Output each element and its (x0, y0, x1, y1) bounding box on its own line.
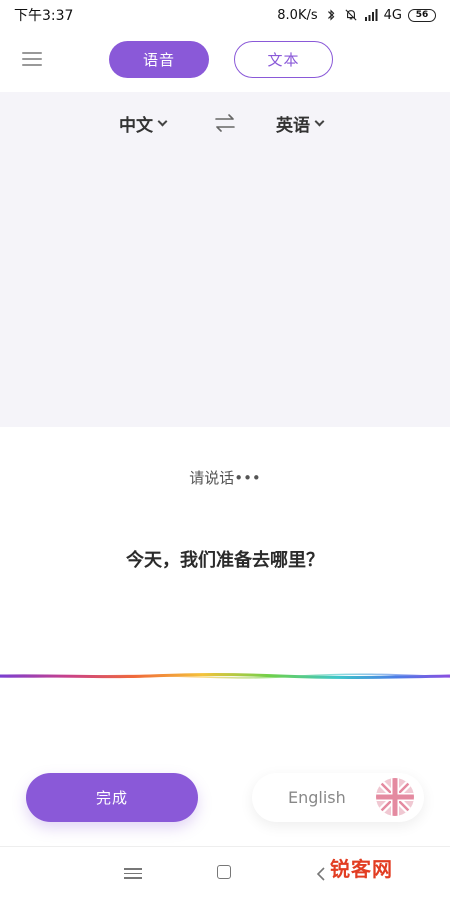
output-language-button[interactable]: English (252, 773, 424, 822)
speak-prompt: 请说话••• (189, 469, 261, 487)
swap-languages-icon[interactable] (214, 112, 236, 134)
speech-transcript: 今天，我们准备去哪里？ (126, 550, 324, 571)
back-icon[interactable] (313, 865, 331, 883)
signal-icon (364, 9, 378, 21)
target-language-select[interactable]: 英语 (276, 111, 325, 136)
tab-text[interactable]: 文本 (234, 41, 333, 78)
source-language-label: 中文 (119, 116, 153, 136)
target-language-label: 英语 (276, 116, 310, 136)
status-bar: 下午3:37 8.0K/s 4G 56 (0, 0, 450, 30)
output-language-label: English (288, 788, 346, 807)
recent-apps-icon[interactable] (124, 865, 142, 883)
source-language-select[interactable]: 中文 (119, 111, 168, 136)
chevron-down-icon (314, 116, 325, 127)
header: 语音 文本 (0, 30, 450, 92)
voice-waveform (0, 673, 450, 679)
network-type: 4G (383, 7, 402, 23)
tab-voice[interactable]: 语音 (109, 41, 209, 78)
status-time: 下午3:37 (14, 8, 74, 24)
mute-bell-icon (345, 9, 357, 21)
watermark-logo: 锐客网 (330, 857, 393, 881)
translation-panel: 中文 英语 (0, 92, 450, 427)
chevron-down-icon (157, 116, 168, 127)
home-icon[interactable] (217, 865, 235, 883)
battery-icon: 56 (408, 8, 436, 22)
bluetooth-icon (327, 9, 334, 21)
network-speed: 8.0K/s (277, 7, 318, 23)
menu-icon[interactable] (20, 48, 44, 72)
uk-flag-icon (376, 778, 414, 816)
status-icons: 8.0K/s 4G 56 (277, 8, 436, 23)
screen: 下午3:37 8.0K/s 4G 56 语音 文本 中文 英语 请说话••• 今… (0, 0, 450, 900)
done-button[interactable]: 完成 (26, 773, 198, 822)
